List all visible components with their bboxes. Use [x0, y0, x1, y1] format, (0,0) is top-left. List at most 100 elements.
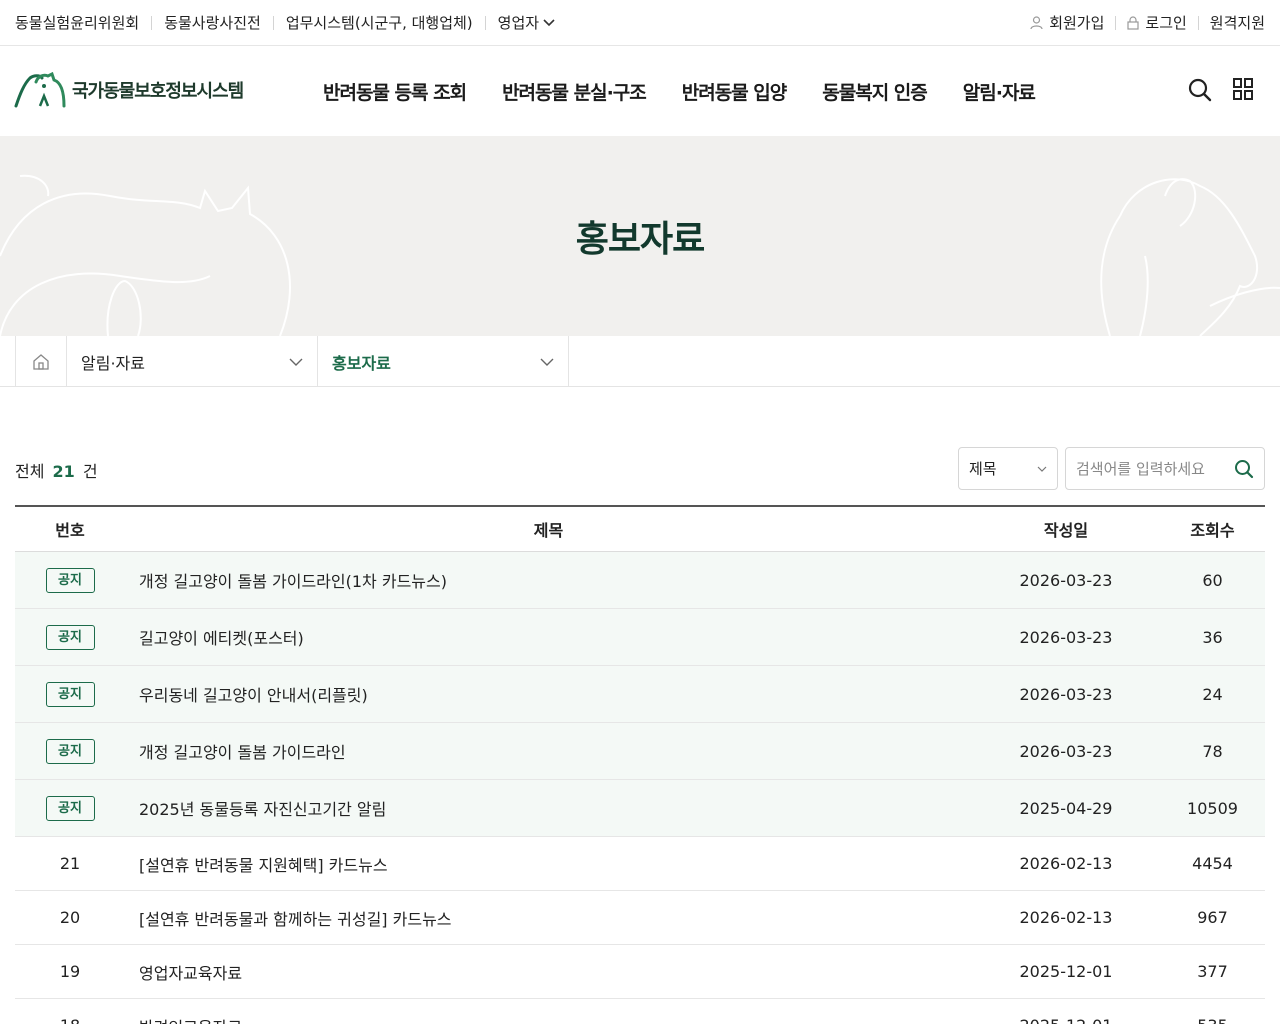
nav-adoption[interactable]: 반려동물 입양	[682, 78, 787, 105]
signup-link[interactable]: 회원가입	[1030, 12, 1104, 33]
total-prefix: 전체	[15, 462, 45, 481]
search-box	[1065, 447, 1265, 490]
search-type-select[interactable]: 제목	[958, 447, 1058, 490]
notice-row[interactable]: 공지 개정 길고양이 돌봄 가이드라인(1차 카드뉴스) 2026-03-23 …	[15, 552, 1265, 609]
post-views: 967	[1197, 908, 1228, 927]
divider	[1197, 15, 1199, 30]
site-logo[interactable]: 국가동물보호정보시스템	[14, 72, 244, 108]
post-title-link[interactable]: 우리동네 길고양이 안내서(리플릿)	[125, 682, 972, 706]
search-type-value: 제목	[969, 460, 997, 478]
notice-badge: 공지	[45, 624, 95, 650]
total-number: 21	[52, 462, 75, 481]
table-row[interactable]: 19 영업자교육자료 2025-12-01 377	[15, 945, 1265, 999]
nav-lost-rescue[interactable]: 반려동물 분실·구조	[502, 78, 647, 105]
nav-notice-resources[interactable]: 알림·자료	[963, 78, 1036, 105]
link-work-system[interactable]: 업무시스템(시군구, 대행업체)	[286, 12, 473, 33]
chevron-down-icon	[1037, 466, 1047, 472]
chevron-down-icon	[289, 358, 303, 366]
post-date: 2025-12-01	[1019, 962, 1113, 981]
post-views: 535	[1160, 1016, 1265, 1024]
post-date: 2026-02-13	[1019, 908, 1113, 927]
breadcrumb-level2-label: 홍보자료	[332, 353, 391, 373]
nav-registration-lookup[interactable]: 반려동물 등록 조회	[323, 78, 467, 105]
post-views: 4454	[1192, 854, 1233, 873]
search-icon	[1235, 459, 1254, 478]
notice-cell: 공지	[15, 738, 125, 764]
post-title-link[interactable]: 길고양이 에티켓(포스터)	[125, 625, 972, 649]
post-views: 36	[1202, 627, 1223, 647]
search-icon[interactable]	[1188, 77, 1212, 103]
link-animal-ethics-committee[interactable]: 동물실험윤리위원회	[15, 12, 139, 33]
post-date: 2026-03-23	[1019, 741, 1113, 761]
post-title-link[interactable]: 개정 길고양이 돌봄 가이드라인	[125, 739, 972, 763]
page-title: 홍보자료	[575, 219, 705, 260]
divider	[272, 15, 274, 30]
nav-welfare-cert[interactable]: 동물복지 인증	[822, 78, 927, 105]
header-number: 번호	[55, 521, 85, 540]
post-number: 21	[59, 854, 81, 873]
chevron-down-icon	[543, 18, 555, 26]
search-button[interactable]	[1226, 449, 1262, 489]
breadcrumb-level2-dropdown[interactable]: 홍보자료	[318, 336, 569, 387]
post-title-link[interactable]: [설연휴 반려동물 지원혜택] 카드뉴스	[125, 852, 972, 876]
notice-row[interactable]: 공지 길고양이 에티켓(포스터) 2026-03-23 36	[15, 609, 1265, 666]
divider	[484, 15, 486, 30]
business-label: 영업자	[497, 14, 540, 32]
signup-label: 회원가입	[1049, 14, 1105, 32]
breadcrumb-level1-dropdown[interactable]: 알림·자료	[67, 336, 318, 387]
grid-menu-icon[interactable]	[1232, 77, 1254, 101]
post-title-link[interactable]: 개정 길고양이 돌봄 가이드라인(1차 카드뉴스)	[125, 568, 972, 592]
site-header: 국가동물보호정보시스템 반려동물 등록 조회 반려동물 분실·구조 반려동물 입…	[0, 46, 1280, 136]
table-header: 번호 제목 작성일 조회수	[15, 505, 1265, 552]
header-title: 제목	[533, 521, 564, 540]
link-photo-contest[interactable]: 동물사랑사진전	[164, 12, 261, 33]
post-number: 19	[59, 962, 81, 981]
total-count: 전체 21 건	[15, 458, 98, 482]
post-title-link[interactable]: 반려인교육자료	[125, 1014, 972, 1024]
lock-icon	[1127, 15, 1139, 30]
total-suffix: 건	[82, 462, 98, 481]
account-links: 회원가입 로그인 원격지원	[1030, 0, 1265, 45]
breadcrumb: 알림·자료 홍보자료	[0, 336, 1280, 387]
logo-text: 국가동물보호정보시스템	[72, 81, 244, 102]
post-date: 2026-02-13	[1019, 854, 1113, 873]
post-number: 18	[15, 1016, 125, 1024]
notice-cell: 공지	[15, 624, 125, 650]
notice-row[interactable]: 공지 2025년 동물등록 자진신고기간 알림 2025-04-29 10509	[15, 780, 1265, 837]
post-date: 2026-03-23	[1019, 570, 1113, 590]
breadcrumb-home[interactable]	[15, 336, 67, 387]
page-banner: 홍보자료	[0, 136, 1280, 336]
post-title-link[interactable]: 2025년 동물등록 자진신고기간 알림	[125, 796, 972, 820]
notice-row[interactable]: 공지 우리동네 길고양이 안내서(리플릿) 2026-03-23 24	[15, 666, 1265, 723]
remote-support-link[interactable]: 원격지원	[1210, 12, 1265, 33]
header-actions	[1188, 77, 1254, 103]
header-views: 조회수	[1190, 521, 1235, 540]
table-row[interactable]: 20 [설연휴 반려동물과 함께하는 귀성길] 카드뉴스 2026-02-13 …	[15, 891, 1265, 945]
table-row[interactable]: 21 [설연휴 반려동물 지원혜택] 카드뉴스 2026-02-13 4454	[15, 837, 1265, 891]
table-row[interactable]: 18 반려인교육자료 2025-12-01 535	[15, 999, 1265, 1024]
post-views: 10509	[1187, 798, 1238, 818]
utility-bar: 동물실험윤리위원회 동물사랑사진전 업무시스템(시군구, 대행업체) 영업자 회…	[0, 0, 1280, 46]
login-link[interactable]: 로그인	[1127, 12, 1187, 33]
divider	[1115, 15, 1117, 30]
post-date: 2025-04-29	[1019, 798, 1113, 818]
post-title-link[interactable]: 영업자교육자료	[125, 960, 972, 984]
utility-links: 동물실험윤리위원회 동물사랑사진전 업무시스템(시군구, 대행업체) 영업자	[15, 0, 555, 45]
post-number: 20	[59, 908, 81, 927]
post-views: 78	[1202, 741, 1223, 761]
notice-badge: 공지	[45, 681, 95, 707]
chevron-down-icon	[540, 358, 554, 366]
notice-row[interactable]: 공지 개정 길고양이 돌봄 가이드라인 2026-03-23 78	[15, 723, 1265, 780]
post-views: 377	[1197, 962, 1228, 981]
post-title-link[interactable]: [설연휴 반려동물과 함께하는 귀성길] 카드뉴스	[125, 906, 972, 930]
post-views: 60	[1202, 570, 1223, 590]
notice-badge: 공지	[45, 567, 95, 593]
breadcrumb-level1-label: 알림·자료	[81, 353, 145, 373]
business-dropdown[interactable]: 영업자	[498, 12, 555, 33]
post-date: 2026-03-23	[1019, 627, 1113, 647]
home-icon	[33, 353, 49, 370]
post-date: 2025-12-01	[972, 1016, 1160, 1024]
notice-cell: 공지	[15, 681, 125, 707]
search-input[interactable]	[1066, 448, 1226, 489]
logo-icon	[14, 72, 66, 108]
